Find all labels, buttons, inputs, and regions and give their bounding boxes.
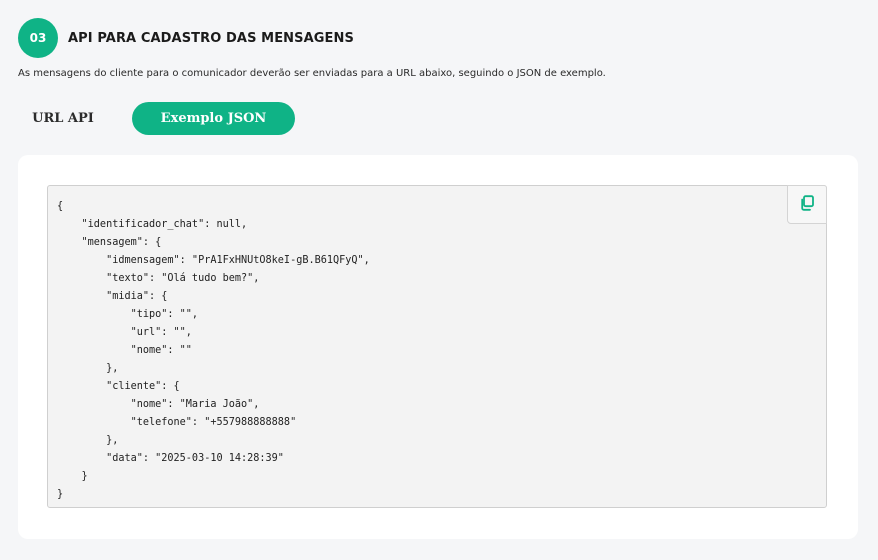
copy-icon <box>799 194 815 215</box>
step-description: As mensagens do cliente para o comunicad… <box>18 68 606 79</box>
content-panel: { "identificador_chat": null, "mensagem"… <box>18 155 858 539</box>
tab-bar: URL API Exemplo JSON <box>18 102 295 135</box>
json-code-text: { "identificador_chat": null, "mensagem"… <box>57 201 370 500</box>
step-number-badge: 03 <box>18 18 58 58</box>
copy-button[interactable] <box>787 185 827 224</box>
tab-url-api[interactable]: URL API <box>18 102 108 135</box>
tab-exemplo-json[interactable]: Exemplo JSON <box>132 102 295 135</box>
step-title: API PARA CADASTRO DAS MENSAGENS <box>68 30 354 46</box>
json-code-block: { "identificador_chat": null, "mensagem"… <box>47 185 827 508</box>
step-header: 03 API PARA CADASTRO DAS MENSAGENS <box>18 18 354 58</box>
